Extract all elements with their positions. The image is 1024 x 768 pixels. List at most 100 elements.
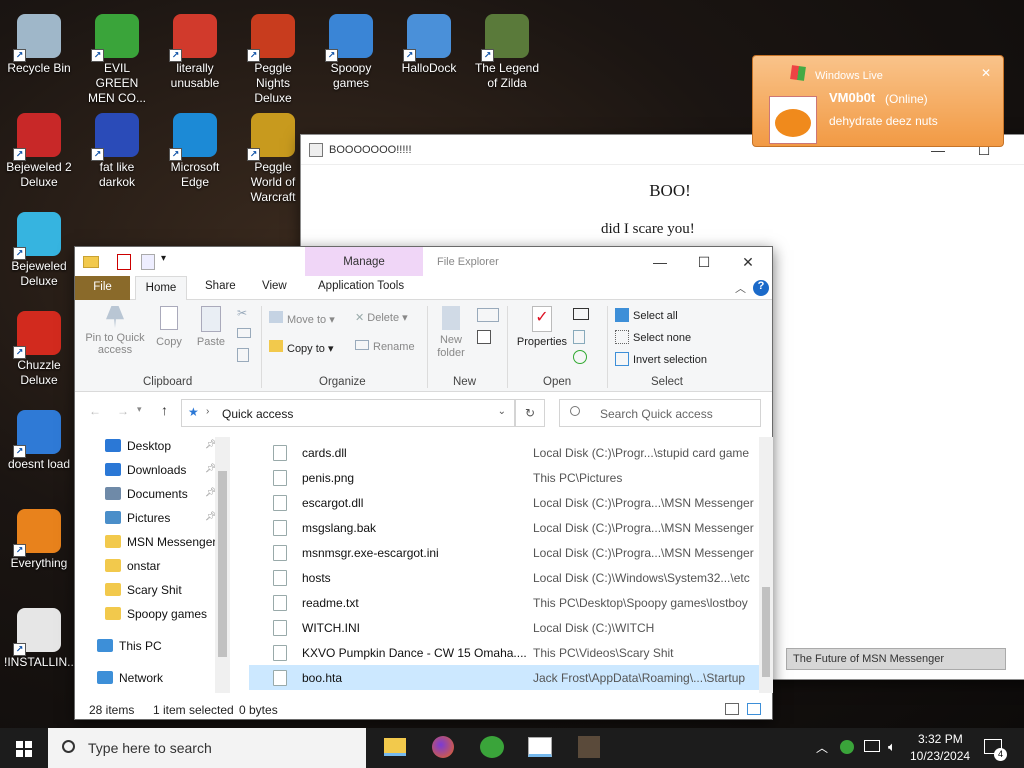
tab-file[interactable]: File: [75, 276, 130, 300]
file-row[interactable]: msnmsgr.exe-escargot.ini Local Disk (C:)\…: [249, 540, 759, 565]
edit-icon[interactable]: [573, 330, 585, 344]
new-folder-quick-icon[interactable]: [141, 254, 155, 270]
desktop-icon[interactable]: ↗ Chuzzle Deluxe: [4, 305, 74, 397]
refresh-button[interactable]: ↻: [515, 399, 545, 427]
file-scrollbar[interactable]: [759, 437, 773, 693]
new-folder-button[interactable]: New folder: [431, 306, 471, 360]
show-hidden-icons[interactable]: ︿: [816, 739, 828, 756]
select-all-button[interactable]: Select all: [615, 308, 678, 322]
forward-icon[interactable]: →: [117, 404, 129, 418]
copy-to-button[interactable]: Copy to ▾: [269, 340, 334, 355]
sidebar-item[interactable]: This PC: [97, 639, 162, 653]
desktop-icon[interactable]: ↗ Everything: [4, 503, 74, 595]
copy-button[interactable]: Copy: [153, 306, 185, 348]
sidebar-item[interactable]: Pictures 📌︎: [105, 511, 216, 525]
desktop-icon[interactable]: ↗ Peggle World of Warcraft: [238, 107, 308, 204]
desktop-icon[interactable]: ↗ !INSTALLIN...: [4, 602, 77, 694]
properties-quick-icon[interactable]: [117, 254, 131, 270]
desktop-icon[interactable]: ↗ Bejeweled 2 Deluxe: [4, 107, 74, 199]
nav-scrollbar-thumb[interactable]: [218, 471, 227, 657]
sidebar-item[interactable]: Documents 📌︎: [105, 487, 216, 501]
file-row[interactable]: penis.png This PC\Pictures: [249, 465, 759, 490]
minimize-button[interactable]: —: [637, 247, 683, 277]
desktop-icon[interactable]: ↗ Spoopy games: [316, 8, 386, 100]
large-icons-view-icon[interactable]: [747, 703, 761, 715]
collapse-ribbon-icon[interactable]: ︿: [735, 280, 746, 296]
file-row[interactable]: cards.dll Local Disk (C:)\Progr...\stupid…: [249, 440, 759, 465]
sidebar-item[interactable]: Spoopy games: [105, 607, 207, 621]
sidebar-item[interactable]: Network: [97, 671, 163, 685]
up-icon[interactable]: ↑: [161, 402, 168, 418]
tab-application-tools[interactable]: Application Tools: [318, 280, 404, 292]
desktop-icon[interactable]: ↗ literally unusable: [160, 8, 230, 100]
sidebar-item[interactable]: Desktop 📌︎: [105, 439, 216, 453]
back-icon[interactable]: ←: [89, 404, 101, 418]
start-button[interactable]: [0, 728, 48, 768]
customize-qat-icon[interactable]: ▾: [161, 253, 166, 264]
search-box[interactable]: Search Quick access: [559, 399, 761, 427]
desktop-icon[interactable]: ↗ HalloDock: [394, 8, 464, 100]
clock-time[interactable]: 3:32 PM: [918, 732, 963, 746]
sidebar-item[interactable]: MSN Messenger: [105, 535, 216, 549]
recent-locations-icon[interactable]: ▾: [137, 404, 142, 415]
paste-button[interactable]: Paste: [193, 306, 229, 348]
breadcrumb[interactable]: Quick access: [222, 407, 293, 421]
file-scrollbar-thumb[interactable]: [762, 587, 770, 677]
cut-icon[interactable]: ✂: [237, 306, 247, 320]
properties-button[interactable]: ✓ Properties: [513, 306, 571, 348]
msn-notification-popup[interactable]: Windows Live ✕ VM0b0t (Online) dehydrate…: [752, 55, 1004, 147]
msn-tray-icon[interactable]: [840, 740, 854, 754]
address-dropdown-icon[interactable]: ⌄: [498, 406, 506, 417]
help-icon[interactable]: ?: [753, 280, 769, 296]
delete-button[interactable]: ✕ Delete ▾: [355, 311, 408, 324]
nav-scrollbar[interactable]: [215, 437, 230, 693]
address-bar[interactable]: ★ › Quick access ⌄: [181, 399, 515, 427]
file-row[interactable]: boo.hta Jack Frost\AppData\Roaming\...\St…: [249, 665, 759, 690]
file-row[interactable]: readme.txt This PC\Desktop\Spoopy games\l…: [249, 590, 759, 615]
close-button[interactable]: ✕: [725, 247, 771, 277]
tab-share[interactable]: Share: [205, 280, 236, 292]
move-to-button[interactable]: Move to ▾: [269, 311, 335, 326]
sidebar-item[interactable]: Scary Shit: [105, 583, 182, 597]
network-icon[interactable]: [864, 740, 880, 752]
firefox-taskbar-icon[interactable]: [432, 736, 454, 758]
file-row[interactable]: KXVO Pumpkin Dance - CW 15 Omaha.... This…: [249, 640, 759, 665]
tab-home[interactable]: Home: [135, 276, 187, 301]
file-explorer-taskbar-icon[interactable]: [384, 738, 406, 756]
details-view-icon[interactable]: [725, 703, 739, 715]
open-icon[interactable]: [573, 308, 589, 320]
desktop-icon[interactable]: ↗ Microsoft Edge: [160, 107, 230, 199]
clock-date[interactable]: 10/23/2024: [910, 749, 970, 763]
sidebar-item[interactable]: onstar: [105, 559, 160, 573]
tab-view[interactable]: View: [262, 280, 287, 292]
desktop-icon[interactable]: ↗ fat like darkok: [82, 107, 152, 199]
select-none-button[interactable]: Select none: [615, 330, 691, 344]
file-row[interactable]: hosts Local Disk (C:)\Windows\System32...…: [249, 565, 759, 590]
close-icon[interactable]: ✕: [981, 66, 991, 80]
new-item-icon[interactable]: [477, 308, 499, 322]
volume-icon[interactable]: 🔈︎: [888, 739, 896, 755]
copy-path-icon[interactable]: [237, 328, 251, 338]
msn-taskbar-icon[interactable]: [480, 736, 504, 758]
desktop-icon[interactable]: ↗ doesnt load: [4, 404, 74, 496]
paste-shortcut-icon[interactable]: [237, 348, 249, 362]
sidebar-item[interactable]: Downloads 📌︎: [105, 463, 216, 477]
manage-tab[interactable]: Manage: [305, 247, 423, 276]
desktop-icon[interactable]: ↗ Peggle Nights Deluxe: [238, 8, 308, 105]
invert-selection-button[interactable]: Invert selection: [615, 352, 707, 366]
pin-to-quick-access-button[interactable]: Pin to Quick access: [81, 306, 149, 356]
explorer-titlebar[interactable]: ▾ Manage File Explorer — ☐ ✕: [75, 247, 772, 276]
file-row[interactable]: escargot.dll Local Disk (C:)\Progra...\MS…: [249, 490, 759, 515]
taskbar-search-box[interactable]: Type here to search: [48, 728, 366, 768]
hta-taskbar-icon[interactable]: [528, 737, 552, 757]
easy-access-icon[interactable]: [477, 330, 491, 344]
file-row[interactable]: msgslang.bak Local Disk (C:)\Progra...\MS…: [249, 515, 759, 540]
history-icon[interactable]: [573, 350, 587, 364]
desktop-icon[interactable]: ↗ The Legend of Zilda: [472, 8, 542, 100]
rename-button[interactable]: Rename: [355, 340, 415, 353]
desktop-icon[interactable]: ↗ EVIL GREEN MEN CO...: [82, 8, 152, 105]
maximize-button[interactable]: ☐: [681, 247, 727, 277]
desktop-icon[interactable]: ↗ Bejeweled Deluxe: [4, 206, 74, 298]
file-row[interactable]: WITCH.INI Local Disk (C:)\WITCH: [249, 615, 759, 640]
paper-taskbar-icon[interactable]: [578, 736, 600, 758]
